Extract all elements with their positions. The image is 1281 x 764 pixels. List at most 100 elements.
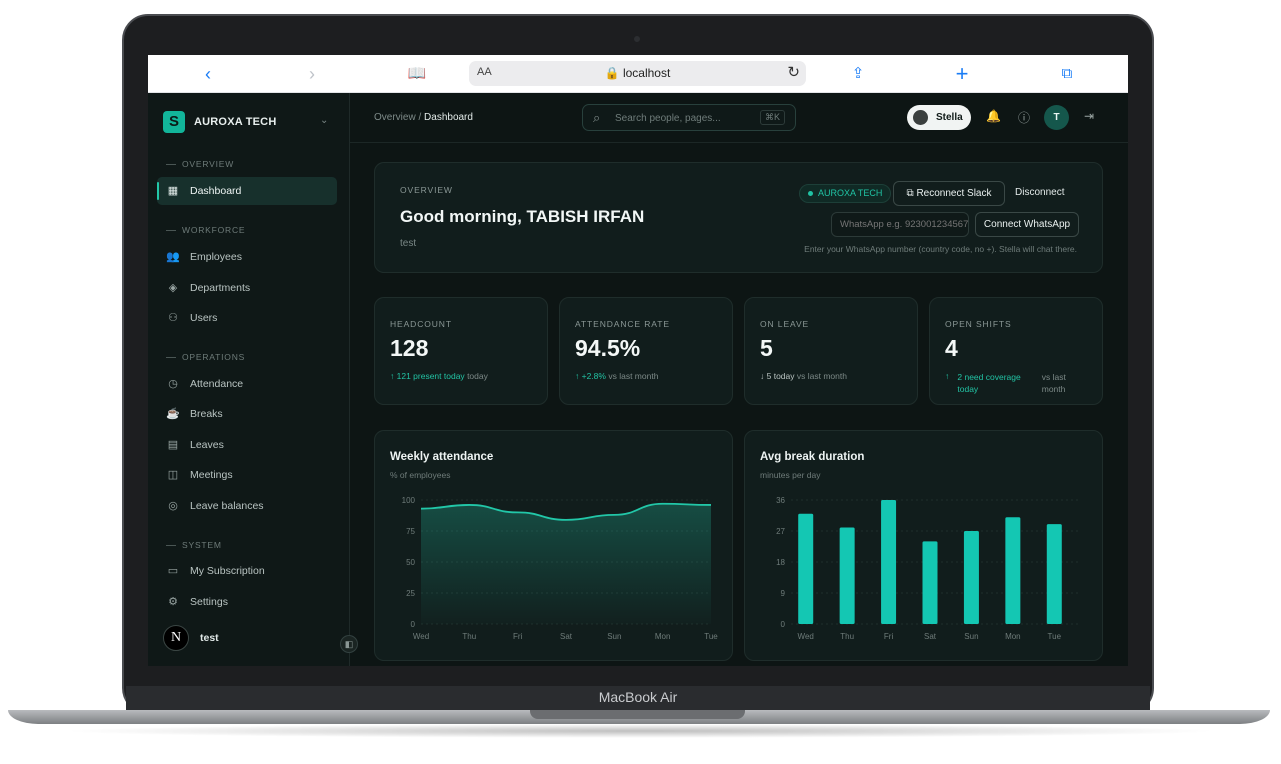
bar: [839, 527, 855, 624]
address-bar[interactable]: AA 🔒 localhost ↻: [469, 61, 806, 86]
tabs-overview-icon[interactable]: ⧉: [1057, 64, 1077, 84]
sidebar-item-dashboard[interactable]: ▦ Dashboard: [157, 177, 337, 205]
sidebar-item-leaves[interactable]: ▤ Leaves: [157, 431, 337, 459]
brand-name: AUROXA TECH: [194, 116, 277, 128]
weekly-attendance-chart: 0 25 50 75 100 Wed Thu Fri Sat Sun Mon Tue: [402, 496, 719, 641]
stat-label: ATTENDANCE RATE: [575, 319, 670, 329]
breadcrumb: Overview / Dashboard: [374, 112, 473, 123]
avg-break-chart: 0 9 18 27 36 Wed Thu Fri Sat Sun Mon Tue: [776, 496, 1081, 641]
y-tick-label: 0: [781, 620, 786, 629]
stat-delta-suffix: today: [467, 371, 488, 381]
forward-icon[interactable]: ›: [302, 64, 322, 84]
gear-icon: ⚙: [168, 596, 178, 608]
external-link-icon: ⧉: [906, 188, 914, 199]
url-text: 🔒 localhost: [469, 66, 806, 80]
stat-delta-value: 2 need coverage today: [957, 372, 1021, 394]
disconnect-button[interactable]: Disconnect: [1015, 187, 1064, 198]
x-tick-label: Mon: [1005, 632, 1021, 641]
sidebar-item-departments[interactable]: ◈ Departments: [157, 274, 337, 302]
stat-label: HEADCOUNT: [390, 319, 452, 329]
sidebar-item-label: Settings: [190, 596, 228, 608]
grid-icon: ▦: [167, 185, 179, 197]
chart-subtitle: % of employees: [390, 470, 451, 480]
whatsapp-field[interactable]: [831, 212, 969, 237]
x-tick-label: Thu: [462, 632, 476, 641]
section-label-system: SYSTEM: [166, 540, 222, 550]
stat-card-open-shifts: OPEN SHIFTS 4 ↑ 2 need coverage today vs…: [929, 297, 1103, 405]
x-tick-label: Sun: [607, 632, 621, 641]
section-label-workforce: WORKFORCE: [166, 225, 245, 235]
stat-label: OPEN SHIFTS: [945, 319, 1012, 329]
camera-icon: [634, 36, 640, 42]
help-icon[interactable]: ⓘ: [1018, 109, 1030, 126]
lock-icon: 🔒: [604, 66, 620, 80]
users-icon: 👥: [166, 251, 180, 263]
x-tick-label: Sat: [560, 632, 573, 641]
screen: ‹ › 📖 AA 🔒 localhost ↻ ⇪ + ⧉ S AUROXA TE…: [148, 55, 1128, 666]
search-input[interactable]: ⌕ Search people, pages... ⌘K: [582, 104, 796, 131]
bar: [963, 531, 979, 624]
sidebar-item-breaks[interactable]: ☕ Breaks: [157, 400, 337, 428]
breadcrumb-parent[interactable]: Overview: [374, 112, 416, 123]
sidebar-item-attendance[interactable]: ◷ Attendance: [157, 370, 337, 398]
collapse-sidebar-icon[interactable]: ◧: [340, 635, 358, 653]
coffee-icon: ☕: [166, 408, 180, 420]
page-title: Good morning, TABISH IRFAN: [400, 207, 645, 226]
calendar-icon: ▤: [167, 439, 179, 451]
section-label-operations: OPERATIONS: [166, 352, 245, 362]
stat-delta-value: +2.8%: [581, 371, 606, 381]
sidebar-item-settings[interactable]: ⚙ Settings: [157, 588, 337, 616]
weekly-attendance-card: Weekly attendance % of employees 0 25 50 75…: [374, 430, 733, 661]
stat-delta: ↑ +2.8% vs last month: [575, 371, 658, 381]
browser-toolbar: ‹ › 📖 AA 🔒 localhost ↻ ⇪ + ⧉: [148, 55, 1128, 93]
sidebar-item-my-subscription[interactable]: ▭ My Subscription: [157, 557, 337, 585]
stat-card-headcount: HEADCOUNT 128 ↑ 121 present today today: [374, 297, 548, 405]
hero-subtitle: test: [400, 238, 417, 249]
search-placeholder: Search people, pages...: [615, 113, 721, 124]
stat-value: 4: [945, 335, 958, 361]
app: S AUROXA TECH ⌄ OVERVIEW ▦ Dashboard WOR…: [148, 93, 1128, 666]
brand[interactable]: S AUROXA TECH: [163, 111, 276, 133]
sidebar-item-meetings[interactable]: ◫ Meetings: [157, 461, 337, 489]
sidebar-item-label: Leave balances: [190, 500, 264, 512]
reconnect-slack-button[interactable]: ⧉ Reconnect Slack: [893, 181, 1005, 206]
avatar: N: [163, 625, 189, 651]
chevron-down-icon[interactable]: ⌄: [320, 115, 328, 126]
share-icon[interactable]: ⇪: [848, 64, 868, 84]
stat-value: 94.5%: [575, 335, 641, 361]
stat-delta-value: 121 present today: [396, 371, 465, 381]
x-tick-label: Fri: [884, 632, 894, 641]
new-tab-icon[interactable]: +: [952, 63, 972, 85]
x-tick-label: Wed: [413, 632, 429, 641]
laptop-shadow: [60, 724, 1220, 738]
sidebar-item-leave-balances[interactable]: ◎ Leave balances: [157, 492, 337, 520]
arrow-up-icon: ↑: [390, 371, 395, 381]
arrow-up-icon: ↑: [575, 371, 580, 381]
user-menu[interactable]: N test: [163, 625, 219, 651]
calendar-clock-icon: ◫: [167, 469, 179, 481]
reload-icon[interactable]: ↻: [787, 63, 800, 81]
logout-icon[interactable]: ⇥: [1084, 109, 1094, 123]
welcome-card: OVERVIEW Good morning, TABISH IRFAN test…: [374, 162, 1103, 273]
book-icon[interactable]: 📖: [407, 64, 427, 84]
chart-title: Avg break duration: [760, 451, 865, 463]
y-tick-label: 9: [781, 589, 786, 598]
back-icon[interactable]: ‹: [198, 64, 218, 84]
x-tick-label: Sun: [964, 632, 978, 641]
laptop-notch: [530, 710, 745, 719]
sidebar-item-users[interactable]: ⚇ Users: [157, 304, 337, 332]
sidebar-item-employees[interactable]: 👥 Employees: [157, 243, 337, 271]
clock-icon: ◷: [168, 378, 178, 390]
avg-break-card: Avg break duration minutes per day 0 9 18 2…: [744, 430, 1103, 661]
stat-delta-suffix: vs last month: [608, 371, 659, 381]
stat-value: 5: [760, 335, 773, 361]
arrow-up-icon: ↑: [945, 371, 950, 381]
chart-subtitle: minutes per day: [760, 470, 821, 480]
brand-logo: S: [163, 111, 185, 133]
search-shortcut: ⌘K: [759, 110, 785, 125]
layers-icon: ◈: [168, 282, 178, 294]
avatar[interactable]: T: [1044, 105, 1069, 130]
connect-whatsapp-button[interactable]: Connect WhatsApp: [975, 212, 1079, 237]
assistant-button[interactable]: Stella: [907, 105, 971, 130]
bell-icon[interactable]: 🔔: [986, 109, 1001, 123]
